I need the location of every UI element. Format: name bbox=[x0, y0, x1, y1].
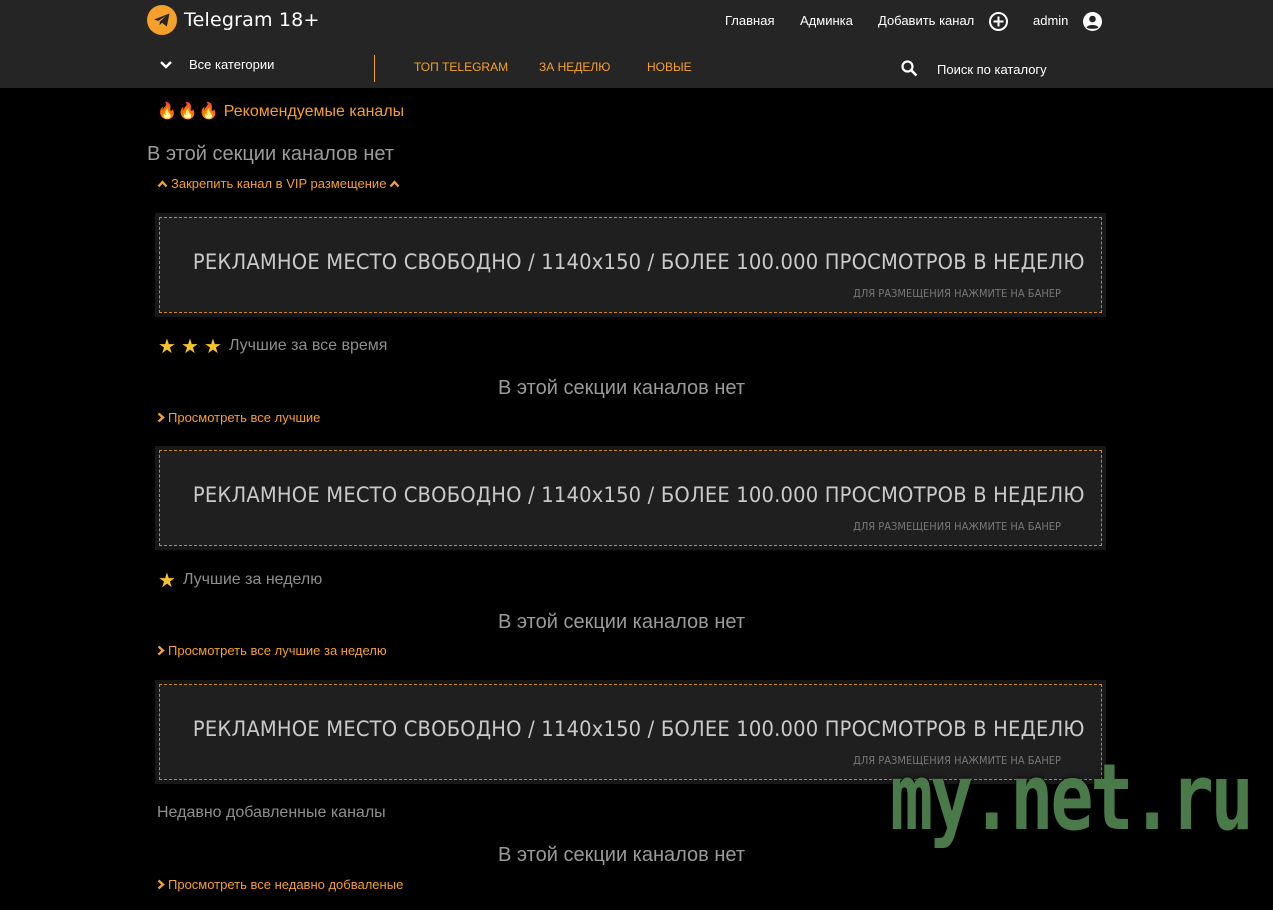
chevron-up-icon bbox=[157, 179, 168, 187]
best-all-time-title: Лучшие за все время bbox=[229, 337, 388, 354]
search-icon[interactable] bbox=[901, 60, 918, 77]
view-best-week-label: Просмотреть все лучшие за неделю bbox=[168, 643, 387, 658]
fire-icon: 🔥 bbox=[157, 103, 177, 120]
best-week-title: Лучшие за неделю bbox=[183, 571, 323, 588]
ad-banner[interactable]: РЕКЛАМНОЕ МЕСТО СВОБОДНО / 1140x150 / БО… bbox=[155, 446, 1106, 550]
categories-label: Все категории bbox=[189, 57, 275, 72]
top-navbar: Telegram 18+ Главная Админка Добавить ка… bbox=[0, 0, 1273, 88]
star-icon: ★ bbox=[158, 570, 176, 592]
watermark-logo: my.net.ru bbox=[890, 744, 1254, 851]
ad-banner-subtext: ДЛЯ РАЗМЕЩЕНИЯ НАЖМИТЕ НА БАНЕР bbox=[853, 520, 1061, 533]
recommended-empty: В этой секции каналов нет bbox=[147, 143, 395, 165]
tab-top-telegram[interactable]: ТОП TELEGRAM bbox=[414, 60, 508, 74]
nav-home[interactable]: Главная bbox=[725, 13, 774, 28]
search-input[interactable]: Поиск по каталогу bbox=[937, 62, 1047, 77]
star-icon: ★ bbox=[204, 336, 222, 358]
ad-banner-text: РЕКЛАМНОЕ МЕСТО СВОБОДНО / 1140x150 / БО… bbox=[192, 483, 1085, 507]
ad-banner-subtext: ДЛЯ РАЗМЕЩЕНИЯ НАЖМИТЕ НА БАНЕР bbox=[853, 287, 1061, 300]
nav-add-channel[interactable]: Добавить канал bbox=[878, 13, 974, 28]
plus-circle-icon[interactable] bbox=[989, 12, 1008, 31]
view-best-link[interactable]: Просмотреть все лучшие bbox=[157, 410, 320, 425]
chevron-right-icon bbox=[157, 879, 165, 890]
recent-title: Недавно добавленные каналы bbox=[157, 804, 386, 821]
fire-icon: 🔥 bbox=[177, 103, 198, 120]
star-icon: ★ bbox=[158, 336, 176, 358]
brand-title: Telegram 18+ bbox=[184, 9, 320, 31]
ad-banner-text: РЕКЛАМНОЕ МЕСТО СВОБОДНО / 1140x150 / БО… bbox=[192, 250, 1085, 274]
view-recent-link[interactable]: Просмотреть все недавно добваленые bbox=[157, 877, 403, 892]
user-circle-icon[interactable] bbox=[1083, 12, 1102, 31]
navbar-row-catalog: Все категории ТОП TELEGRAM ЗА НЕДЕЛЮ НОВ… bbox=[0, 44, 1273, 88]
ad-banner-frame: РЕКЛАМНОЕ МЕСТО СВОБОДНО / 1140x150 / БО… bbox=[159, 217, 1102, 313]
vip-placement-label: Закрепить канал в VIP размещение bbox=[171, 176, 387, 191]
ad-banner-text: РЕКЛАМНОЕ МЕСТО СВОБОДНО / 1140x150 / БО… bbox=[192, 717, 1085, 741]
view-best-label: Просмотреть все лучшие bbox=[168, 410, 321, 425]
best-week-empty: В этой секции каналов нет bbox=[498, 611, 746, 633]
vip-placement-link[interactable]: Закрепить канал в VIP размещение bbox=[157, 176, 400, 191]
tab-week[interactable]: ЗА НЕДЕЛЮ bbox=[539, 60, 610, 74]
ad-banner-frame: РЕКЛАМНОЕ МЕСТО СВОБОДНО / 1140x150 / БО… bbox=[159, 450, 1102, 546]
nav-admin-panel[interactable]: Админка bbox=[800, 13, 853, 28]
chevron-down-icon bbox=[160, 60, 172, 69]
tab-new[interactable]: НОВЫЕ bbox=[647, 60, 692, 74]
nav-user[interactable]: admin bbox=[1033, 13, 1068, 28]
ad-banner[interactable]: РЕКЛАМНОЕ МЕСТО СВОБОДНО / 1140x150 / БО… bbox=[155, 213, 1106, 317]
telegram-plane-icon bbox=[147, 5, 177, 35]
star-icon: ★ bbox=[181, 336, 199, 358]
view-recent-label: Просмотреть все недавно добваленые bbox=[168, 877, 404, 892]
view-best-week-link[interactable]: Просмотреть все лучшие за неделю bbox=[157, 643, 387, 658]
categories-dropdown[interactable]: Все категории bbox=[158, 57, 274, 72]
divider bbox=[374, 55, 375, 82]
best-all-time-empty: В этой секции каналов нет bbox=[498, 377, 746, 399]
recent-empty: В этой секции каналов нет bbox=[498, 844, 746, 866]
chevron-right-icon bbox=[157, 412, 165, 423]
chevron-up-icon bbox=[390, 179, 400, 187]
recommended-title: 🔥 🔥 🔥 Рекомендуемые каналы bbox=[157, 103, 404, 121]
chevron-right-icon bbox=[157, 645, 165, 656]
navbar-row-main: Telegram 18+ Главная Админка Добавить ка… bbox=[0, 0, 1273, 44]
fire-icon: 🔥 bbox=[198, 103, 219, 120]
recommended-title-text: Рекомендуемые каналы bbox=[223, 103, 405, 120]
brand-logo[interactable]: Telegram 18+ bbox=[147, 5, 320, 35]
